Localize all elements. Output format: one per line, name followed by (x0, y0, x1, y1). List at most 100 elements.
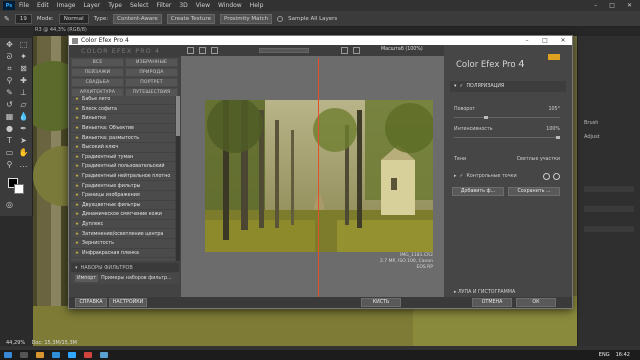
eraser-icon[interactable]: ▱ (18, 100, 29, 110)
content-aware-button[interactable]: Content-Aware (113, 13, 162, 24)
photoshop-taskbar-icon[interactable] (68, 352, 76, 358)
filter-item[interactable]: ★ Высокий ключ (71, 144, 175, 153)
filter-item[interactable]: ★ Затемнение/осветление центра (71, 230, 175, 239)
rotation-slider[interactable]: Поворот 105° (454, 107, 560, 121)
presets-header[interactable]: ▾ НАБОРЫ ФИЛЬТРОВ (71, 263, 179, 272)
strength-knob[interactable] (556, 136, 560, 139)
filter-item[interactable]: ★ Градиентные фильтры (71, 182, 175, 191)
filter-item[interactable]: ★ Бабье лето (71, 96, 175, 105)
mask-view-icon[interactable] (353, 47, 360, 54)
create-texture-button[interactable]: Create Texture (166, 13, 215, 24)
collapse-icon[interactable]: ▾ (454, 84, 456, 89)
quick-select-icon[interactable]: ✦ (18, 52, 29, 62)
star-icon[interactable]: ★ (75, 164, 79, 169)
dialog-minimize-icon[interactable]: – (518, 37, 536, 44)
ps-close-icon[interactable]: ✕ (627, 2, 632, 9)
windows-start-icon[interactable] (4, 352, 12, 358)
app-taskbar-icon[interactable] (84, 352, 92, 358)
menu-edit[interactable]: Edit (37, 2, 49, 9)
category-portrait[interactable]: ПОРТРЕТ (125, 78, 178, 87)
import-button[interactable]: Импорт (75, 275, 99, 282)
filter-item[interactable]: ★ Инфракрасная пленка (71, 250, 175, 259)
save-preset-button[interactable]: Сохранить ... (508, 187, 560, 196)
category-all[interactable]: ВСЕ (71, 58, 124, 67)
target-icon[interactable] (553, 172, 560, 180)
panel-item-adjust[interactable]: Adjust (584, 134, 600, 140)
shape-tool-icon[interactable]: ▭ (4, 148, 15, 158)
dialog-close-icon[interactable]: ✕ (554, 37, 572, 44)
pen-tool-icon[interactable]: ✒ (18, 124, 29, 134)
menu-3d[interactable]: 3D (179, 2, 187, 9)
filter-scrollbar[interactable] (176, 96, 180, 261)
frame-tool-icon[interactable]: ⊠ (18, 64, 29, 74)
filter-item[interactable]: ★ Виньетка (71, 115, 175, 124)
filter-item[interactable]: ★ Градиентный пользовательский (71, 163, 175, 172)
gradient-tool-icon[interactable]: ▦ (4, 112, 15, 122)
blur-tool-icon[interactable]: 💧 (18, 112, 29, 122)
star-icon[interactable]: ★ (75, 136, 79, 141)
clock[interactable]: 16:42 (616, 352, 630, 358)
menu-window[interactable]: Window (218, 2, 242, 9)
menu-layer[interactable]: Layer (83, 2, 100, 9)
language-indicator[interactable]: ENG (599, 352, 610, 358)
filter-item[interactable]: ★ Виньетка: размытость (71, 134, 175, 143)
panel-item-brush[interactable]: Brush (584, 120, 598, 126)
single-view-icon[interactable] (187, 47, 194, 54)
star-icon[interactable]: ★ (75, 184, 79, 189)
filter-item[interactable]: ★ Динамическое смягчение кожи (71, 211, 175, 220)
healing-brush-icon[interactable]: ✚ (18, 76, 29, 86)
control-points-row[interactable]: ▸ ✓ Контрольные точки (454, 171, 560, 181)
ps-maximize-icon[interactable]: □ (609, 2, 615, 9)
zoom-tool-icon[interactable]: ⚲ (4, 160, 15, 170)
preview-photo[interactable] (205, 100, 433, 252)
category-landscape[interactable]: ПЕЙЗАЖИ (71, 68, 124, 77)
history-brush-icon[interactable]: ↺ (4, 100, 15, 110)
star-icon[interactable]: ★ (75, 251, 79, 256)
app-taskbar-icon[interactable] (100, 352, 108, 358)
strength-track[interactable] (454, 137, 560, 138)
star-icon[interactable]: ★ (75, 193, 79, 198)
zoom-status[interactable]: 44,29% (6, 340, 25, 346)
edge-icon[interactable] (52, 352, 60, 358)
menu-filter[interactable]: Filter (157, 2, 172, 9)
eyedropper-icon[interactable]: ⚲ (4, 76, 15, 86)
brush-button[interactable]: КИСТЬ (361, 298, 401, 307)
filter-item[interactable]: ★ Градиентный нейтральное плотно (71, 173, 175, 182)
menu-type[interactable]: Type (108, 2, 122, 9)
target-icon[interactable] (543, 172, 550, 180)
menu-image[interactable]: Image (57, 2, 76, 9)
filter-item[interactable]: ★ Дуплекс (71, 221, 175, 230)
star-icon[interactable]: ★ (75, 174, 79, 179)
menu-help[interactable]: Help (250, 2, 264, 9)
strength-slider[interactable]: Интенсивность 100% (454, 127, 560, 141)
move-tool-icon[interactable]: ✥ (4, 40, 15, 50)
expand-icon[interactable]: ▾ (75, 265, 78, 271)
cancel-button[interactable]: ОТМЕНА (472, 298, 512, 307)
settings-button[interactable]: НАСТРОЙКИ (109, 298, 147, 307)
proximity-match-button[interactable]: Proximity Match (219, 13, 273, 24)
hand-tool-icon[interactable]: ✋ (18, 148, 29, 158)
star-icon[interactable]: ★ (75, 107, 79, 112)
star-icon[interactable]: ★ (75, 212, 79, 217)
menu-select[interactable]: Select (130, 2, 149, 9)
filter-item[interactable]: ★ Блеск софита (71, 106, 175, 115)
side-by-side-icon[interactable] (211, 47, 218, 54)
filter-item[interactable]: ★ Градиентный туман (71, 154, 175, 163)
ps-minimize-icon[interactable]: – (594, 2, 597, 9)
filter-item[interactable]: ★ Границы изображения (71, 192, 175, 201)
sample-all-checkbox[interactable] (277, 15, 284, 22)
search-icon[interactable] (20, 352, 28, 358)
rotation-track[interactable] (454, 117, 560, 118)
dodge-tool-icon[interactable]: ● (4, 124, 15, 134)
rotation-value[interactable]: 105° (548, 107, 560, 112)
split-view-icon[interactable] (199, 47, 206, 54)
category-favorites[interactable]: ИЗБРАННЫЕ (125, 58, 178, 67)
star-icon[interactable]: ★ (75, 97, 79, 102)
help-button[interactable]: СПРАВКА (75, 298, 107, 307)
enable-checkbox[interactable]: ✓ (459, 84, 463, 89)
spot-healing-icon[interactable]: ✎ (4, 15, 10, 23)
add-filter-button[interactable]: Добавить ф... (452, 187, 504, 196)
explorer-icon[interactable] (36, 352, 44, 358)
star-icon[interactable]: ★ (75, 222, 79, 227)
checkbox-icon[interactable]: ✓ (459, 174, 463, 179)
